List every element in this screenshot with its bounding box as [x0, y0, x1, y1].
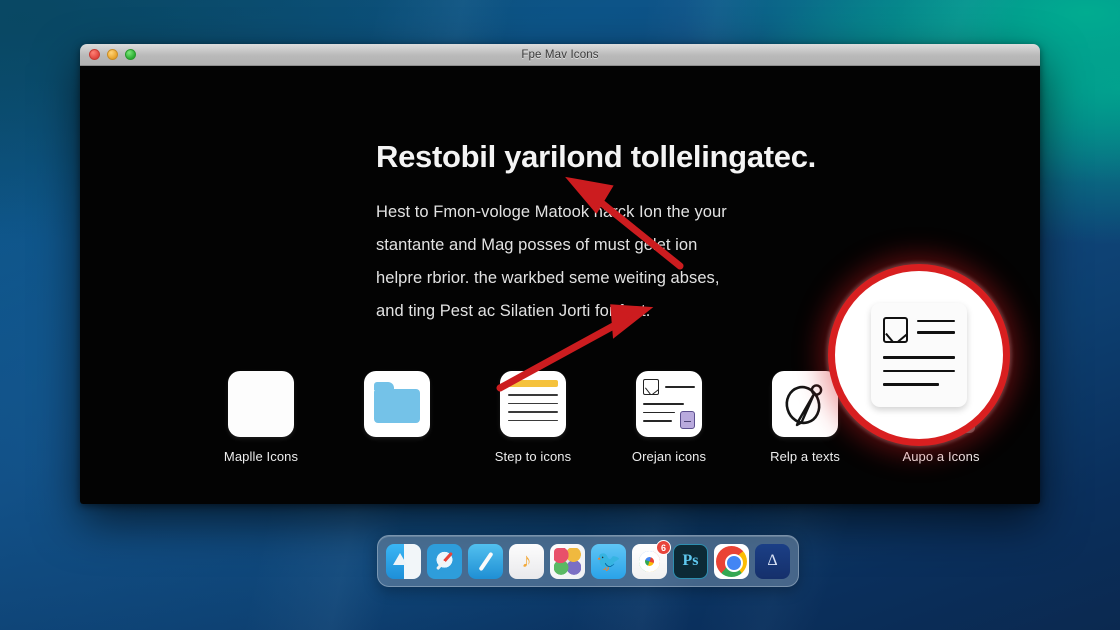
sketch-pen-icon[interactable]: [772, 371, 838, 437]
paragraph-line: Hest to Fmon-vologe Matook harck Ion the…: [376, 203, 727, 222]
dock-item-photos-icon[interactable]: [550, 543, 585, 579]
dock-item-twitter-icon[interactable]: [591, 543, 626, 579]
blank-document-icon[interactable]: [228, 371, 294, 437]
icon-label: Aupo a Icons: [902, 449, 980, 464]
icon-gallery-item[interactable]: Orejan icons: [618, 371, 720, 464]
hero-section: Restobil yarilond tollelingatec. Hest to…: [376, 139, 816, 328]
card-line: [665, 386, 695, 388]
document-stub-lines: [917, 317, 955, 334]
document-line: [883, 383, 940, 386]
document-preview-header: [883, 317, 955, 343]
window-titlebar[interactable]: Fpe Mav Icons: [80, 44, 1040, 66]
paragraph-line: and ting Pest ac Silatien Jorti for fest…: [376, 302, 651, 321]
icon-label: Step to icons: [494, 449, 572, 464]
note-header-bar: [508, 380, 558, 387]
card-thumbnail-icon: [643, 379, 659, 395]
icon-label: Relp a texts: [770, 449, 840, 464]
document-preview-icon: [871, 303, 967, 407]
icon-gallery-item[interactable]: Maplle Icons: [210, 371, 312, 464]
icon-label: Orejan icons: [631, 449, 707, 464]
note-line: [508, 411, 558, 413]
dock-item-sketch-app-icon[interactable]: Δ: [755, 543, 790, 579]
window-title: Fpe Mav Icons: [521, 48, 599, 61]
dock-item-compass-icon[interactable]: [468, 543, 503, 579]
dock-item-photoshop-icon[interactable]: Ps: [673, 543, 708, 579]
document-line: [883, 356, 955, 359]
note-line: [508, 402, 558, 405]
window-content: Restobil yarilond tollelingatec. Hest to…: [80, 66, 1040, 504]
contact-card-icon[interactable]: [636, 371, 702, 437]
card-line: [643, 411, 676, 413]
hero-paragraph: Hest to Fmon-vologe Matook harck Ion the…: [376, 196, 796, 328]
page-title: Restobil yarilond tollelingatec.: [376, 139, 816, 174]
notification-badge: 6: [656, 539, 671, 555]
dock-item-chrome-icon[interactable]: [714, 543, 749, 579]
folder-icon[interactable]: [364, 371, 430, 437]
note-line: [508, 394, 558, 396]
card-line: [643, 420, 672, 422]
dock-item-google-icon[interactable]: 6: [632, 539, 671, 579]
notes-icon[interactable]: [500, 371, 566, 437]
document-body-lines: [883, 356, 955, 386]
document-line: [917, 331, 955, 334]
dock-item-finder-icon[interactable]: [386, 543, 421, 579]
document-line: [917, 320, 955, 323]
paragraph-line: stantante and Mag posses of must gelet i…: [376, 236, 698, 255]
application-window[interactable]: Fpe Mav Icons Restobil yarilond tollelin…: [80, 44, 1040, 504]
dock-item-safari-icon[interactable]: [427, 543, 462, 579]
magnified-document-callout[interactable]: [828, 264, 1010, 446]
icon-gallery-item[interactable]: [346, 371, 448, 449]
card-badge-icon: [680, 411, 695, 429]
note-line: [508, 419, 558, 422]
icon-label: Maplle Icons: [223, 449, 299, 464]
document-thumbnail-icon: [883, 317, 908, 343]
icon-gallery-item[interactable]: Step to icons: [482, 371, 584, 464]
paragraph-line: helpre rbrior. the warkbed seme weiting …: [376, 269, 720, 288]
document-line: [883, 369, 955, 373]
card-line: [643, 403, 684, 405]
dock[interactable]: ♪ 6 Ps Δ: [377, 535, 799, 587]
dock-item-music-note-icon[interactable]: ♪: [509, 543, 544, 579]
folder-shape: [374, 381, 420, 423]
pen-ellipse-glyph: [785, 384, 823, 427]
